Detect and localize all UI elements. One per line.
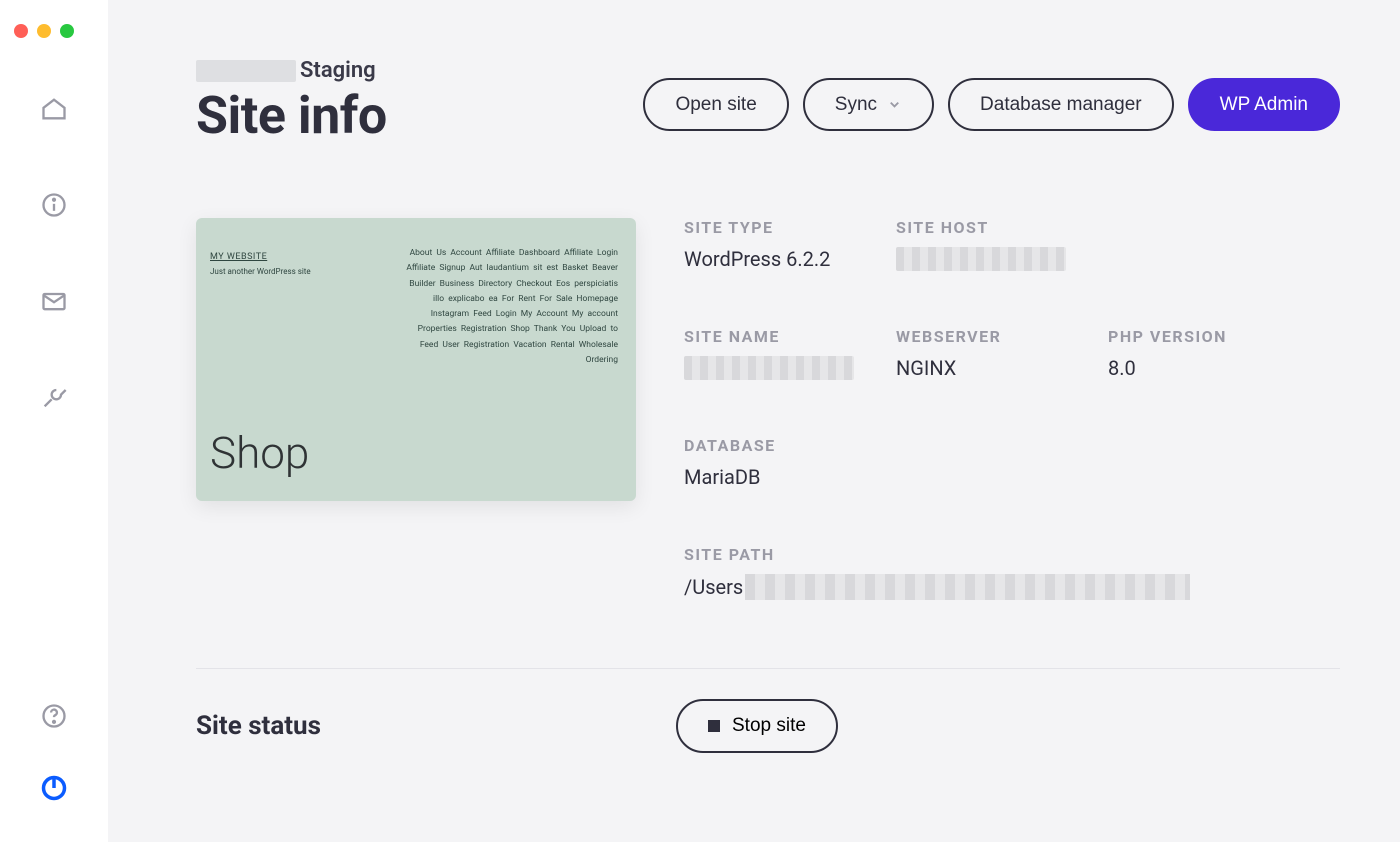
sidebar	[0, 0, 108, 842]
redacted-path	[745, 574, 1190, 600]
field-site-host: SITE HOST	[896, 218, 1308, 271]
home-icon[interactable]	[40, 95, 68, 123]
field-label: WEBSERVER	[896, 327, 1106, 346]
field-label: SITE NAME	[684, 327, 894, 346]
field-site-name: SITE NAME	[684, 327, 894, 380]
field-site-path: SITE PATH /Users	[684, 545, 1308, 600]
action-bar: Open site Sync Database manager WP Admin	[643, 78, 1340, 131]
sync-button[interactable]: Sync	[803, 78, 934, 131]
site-path-prefix: /Users	[684, 575, 743, 599]
power-icon[interactable]	[40, 774, 68, 802]
site-status-heading: Site status	[196, 711, 676, 741]
field-label: SITE TYPE	[684, 218, 894, 237]
field-value: 8.0	[1108, 356, 1308, 380]
sync-label: Sync	[835, 95, 877, 114]
redacted-value	[896, 247, 1066, 271]
close-window-button[interactable]	[14, 24, 28, 38]
page-title: Site info	[196, 85, 387, 146]
info-icon[interactable]	[40, 191, 68, 219]
field-php-version: PHP VERSION 8.0	[1108, 327, 1308, 380]
field-label: DATABASE	[684, 436, 1308, 455]
field-label: SITE HOST	[896, 218, 1308, 237]
site-details: SITE TYPE WordPress 6.2.2 SITE HOST SITE…	[684, 218, 1340, 600]
field-database: DATABASE MariaDB	[684, 436, 1308, 489]
field-site-type: SITE TYPE WordPress 6.2.2	[684, 218, 894, 271]
open-site-button[interactable]: Open site	[643, 78, 788, 131]
minimize-window-button[interactable]	[37, 24, 51, 38]
help-icon[interactable]	[40, 702, 68, 730]
field-label: PHP VERSION	[1108, 327, 1308, 346]
site-thumbnail[interactable]: MY WEBSITE Just another WordPress site A…	[196, 218, 636, 501]
stop-site-label: Stop site	[732, 715, 806, 737]
thumb-site-name: MY WEBSITE	[210, 252, 267, 262]
section-divider	[196, 668, 1340, 669]
stop-site-button[interactable]: Stop site	[676, 699, 838, 753]
stop-icon	[708, 720, 720, 732]
redacted-site-name	[196, 60, 296, 82]
thumb-heading: Shop	[210, 427, 309, 479]
field-value: NGINX	[896, 356, 1106, 380]
staging-label: Staging	[300, 58, 376, 83]
thumb-nav: About Us Account Affiliate Dashboard Aff…	[398, 246, 618, 368]
site-breadcrumb: Staging	[196, 58, 387, 83]
fullscreen-window-button[interactable]	[60, 24, 74, 38]
field-label: SITE PATH	[684, 545, 1308, 564]
main-content: Staging Site info Open site Sync Databas…	[108, 0, 1400, 842]
field-value: MariaDB	[684, 465, 1308, 489]
chevron-down-icon	[887, 97, 902, 112]
wp-admin-button[interactable]: WP Admin	[1188, 78, 1340, 131]
mail-icon[interactable]	[40, 287, 68, 315]
redacted-value	[684, 356, 854, 380]
window-controls	[14, 24, 74, 38]
field-webserver: WEBSERVER NGINX	[896, 327, 1106, 380]
thumb-tagline: Just another WordPress site	[210, 267, 311, 276]
tools-icon[interactable]	[40, 383, 68, 411]
database-manager-button[interactable]: Database manager	[948, 78, 1174, 131]
field-value: WordPress 6.2.2	[684, 247, 894, 271]
